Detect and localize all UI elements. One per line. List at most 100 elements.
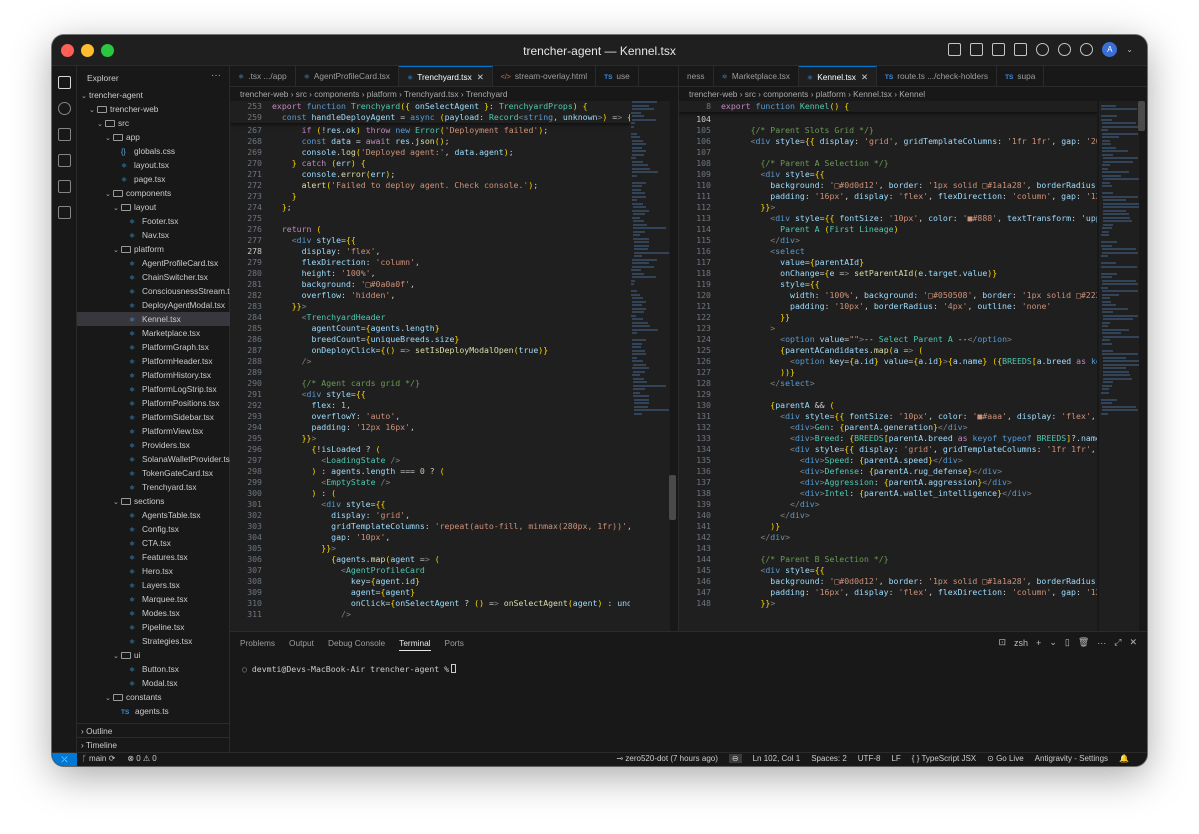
- tree-item[interactable]: ⚛ Modal.tsx: [77, 676, 230, 690]
- code-line[interactable]: onDeployClick={() => setIsDeployModalOpe…: [272, 345, 630, 356]
- code-line[interactable]: <option value="">-- Select Parent A --</…: [721, 334, 1097, 345]
- code-line[interactable]: <div style={{ fontSize: '10px', color: '…: [721, 411, 1097, 422]
- tree-item[interactable]: ⚛ PlatformSidebar.tsx: [77, 410, 230, 424]
- panel-tab[interactable]: Ports: [445, 638, 464, 651]
- chevron-down-icon[interactable]: ⌄: [1126, 45, 1133, 54]
- close-tab-icon[interactable]: ✕: [861, 72, 868, 82]
- code-line[interactable]: <div style={{: [272, 499, 630, 510]
- code-line[interactable]: gridTemplateColumns: 'repeat(auto-fill, …: [272, 521, 630, 532]
- code-line[interactable]: [272, 367, 630, 378]
- editor-tab[interactable]: ness: [679, 66, 714, 86]
- sticky-line[interactable]: 259 const handleDeployAgent = async (pay…: [230, 112, 630, 123]
- remote-indicator-icon[interactable]: ⤫: [52, 753, 77, 766]
- left-minimap[interactable]: [630, 101, 670, 631]
- code-line[interactable]: display: 'flex',: [272, 246, 630, 257]
- sticky-scroll-header[interactable]: 8 export function Kennel() {: [679, 101, 1097, 112]
- code-line[interactable]: {/* Agent cards grid */}: [272, 378, 630, 389]
- editor-tab[interactable]: ⚛ Trenchyard.tsx ✕: [398, 66, 493, 86]
- go-live-button[interactable]: ⊙ Go Live: [987, 754, 1024, 763]
- sticky-line[interactable]: 8 export function Kennel() {: [679, 101, 1097, 112]
- code-line[interactable]: style={{: [721, 279, 1097, 290]
- editor-tab[interactable]: TS supa: [997, 66, 1045, 86]
- tree-item[interactable]: ⌄ sections: [77, 494, 230, 508]
- more-actions-icon[interactable]: ···: [1097, 638, 1106, 648]
- toggle-panel-icon[interactable]: [992, 43, 1006, 56]
- code-line[interactable]: <div style={{: [272, 389, 630, 400]
- code-line[interactable]: agent={agent}: [272, 587, 630, 598]
- code-line[interactable]: padding: '16px', display: 'flex', flexDi…: [721, 587, 1097, 598]
- code-line[interactable]: {/* Parent Slots Grid */}: [721, 125, 1097, 136]
- antigravity-settings[interactable]: Antigravity - Settings: [1035, 754, 1108, 763]
- outline-section[interactable]: › Outline: [77, 723, 230, 737]
- tree-item[interactable]: ⌄ constants: [77, 690, 230, 704]
- chevron-down-icon[interactable]: ⌄: [1049, 637, 1057, 648]
- line-ending[interactable]: LF: [891, 754, 900, 763]
- code-line[interactable]: <div style={{: [721, 565, 1097, 576]
- cursor-position[interactable]: Ln 102, Col 1: [753, 754, 801, 763]
- chrome-icon[interactable]: [1058, 43, 1072, 56]
- tree-item[interactable]: ⚛ SolanaWalletProvider.tsx: [77, 452, 230, 466]
- right-breadcrumb[interactable]: trencher-web › src › components › platfo…: [679, 87, 1099, 101]
- tree-item[interactable]: ⌄ ui: [77, 648, 230, 662]
- toggle-secondary-sidebar-icon[interactable]: [1014, 43, 1028, 56]
- code-line[interactable]: } catch (err) {: [272, 158, 630, 169]
- tree-item[interactable]: ⚛ CTA.tsx: [77, 536, 230, 550]
- code-line[interactable]: }}>: [721, 598, 1097, 609]
- tree-item[interactable]: ⚛ AgentProfileCard.tsx: [77, 256, 230, 270]
- gear-icon[interactable]: [1080, 43, 1094, 56]
- code-line[interactable]: height: '100%',: [272, 268, 630, 279]
- extensions-icon[interactable]: [58, 206, 71, 219]
- tree-item[interactable]: ⚛ Trenchyard.tsx: [77, 480, 230, 494]
- tree-item[interactable]: ⌄ src: [77, 116, 230, 130]
- code-line[interactable]: onClick={onSelectAgent ? () => onSelectA…: [272, 598, 630, 609]
- code-line[interactable]: agentCount={agents.length}: [272, 323, 630, 334]
- code-line[interactable]: alert('Failed to deploy agent. Check con…: [272, 180, 630, 191]
- terminal-icon[interactable]: ⊡: [998, 637, 1006, 648]
- code-line[interactable]: {/* Parent A Selection */}: [721, 158, 1097, 169]
- code-line[interactable]: <div>Aggression: {parentA.aggression}</d…: [721, 477, 1097, 488]
- tree-item[interactable]: ⚛ PlatformView.tsx: [77, 424, 230, 438]
- code-line[interactable]: ) : (: [272, 488, 630, 499]
- search-icon[interactable]: [58, 102, 71, 115]
- editor-tab[interactable]: TS route.ts .../check-holders: [877, 66, 998, 86]
- panel-tab[interactable]: Output: [289, 638, 314, 651]
- source-control-icon[interactable]: [58, 128, 71, 141]
- language-mode[interactable]: { } TypeScript JSX: [912, 754, 976, 763]
- code-line[interactable]: <div style={{: [721, 169, 1097, 180]
- explorer-icon[interactable]: [58, 76, 71, 89]
- tree-item[interactable]: ⚛ Layers.tsx: [77, 578, 230, 592]
- indentation[interactable]: Spaces: 2: [811, 754, 847, 763]
- tree-item[interactable]: ⚛ Kennel.tsx: [77, 312, 230, 326]
- close-panel-icon[interactable]: ✕: [1129, 637, 1137, 648]
- maximize-panel-icon[interactable]: ⤢: [1114, 637, 1121, 648]
- terminal-output[interactable]: ○ devmti@Devs-MacBook-Air trencher-agent…: [242, 664, 457, 674]
- code-line[interactable]: flex: 1,: [272, 400, 630, 411]
- tree-item[interactable]: ⚛ Features.tsx: [77, 550, 230, 564]
- code-line[interactable]: >: [721, 323, 1097, 334]
- tree-item[interactable]: ⚛ PlatformPositions.tsx: [77, 396, 230, 410]
- code-line[interactable]: <EmptyState />: [272, 477, 630, 488]
- editor-tab[interactable]: ⚛ .tsx .../app: [230, 66, 296, 86]
- code-line[interactable]: flexDirection: 'column',: [272, 257, 630, 268]
- right-scrollbar[interactable]: [1138, 101, 1145, 131]
- code-line[interactable]: padding: '10px', borderRadius: '4px', ou…: [721, 301, 1097, 312]
- code-line[interactable]: </div>: [721, 532, 1097, 543]
- code-line[interactable]: }: [272, 191, 630, 202]
- remote-explorer-icon[interactable]: [58, 180, 71, 193]
- tree-item[interactable]: ⚛ PlatformLogStrip.tsx: [77, 382, 230, 396]
- code-line[interactable]: key={agent.id}: [272, 576, 630, 587]
- code-line[interactable]: };: [272, 202, 630, 213]
- code-line[interactable]: <div style={{: [272, 235, 630, 246]
- code-line[interactable]: overflowY: 'auto',: [272, 411, 630, 422]
- code-line[interactable]: }}>: [721, 202, 1097, 213]
- editor-tab[interactable]: ⚛ Marketplace.tsx: [714, 66, 799, 86]
- account-avatar[interactable]: A: [1102, 42, 1118, 57]
- tree-item[interactable]: ⚛ Marketplace.tsx: [77, 326, 230, 340]
- code-line[interactable]: return (: [272, 224, 630, 235]
- tree-item[interactable]: ⚛ page.tsx: [77, 172, 230, 186]
- code-line[interactable]: [272, 213, 630, 224]
- code-line[interactable]: </div>: [721, 499, 1097, 510]
- code-line[interactable]: padding: '12px 16px',: [272, 422, 630, 433]
- code-line[interactable]: {!isLoaded ? (: [272, 444, 630, 455]
- code-line[interactable]: <div style={{ fontSize: '10px', color: '…: [721, 213, 1097, 224]
